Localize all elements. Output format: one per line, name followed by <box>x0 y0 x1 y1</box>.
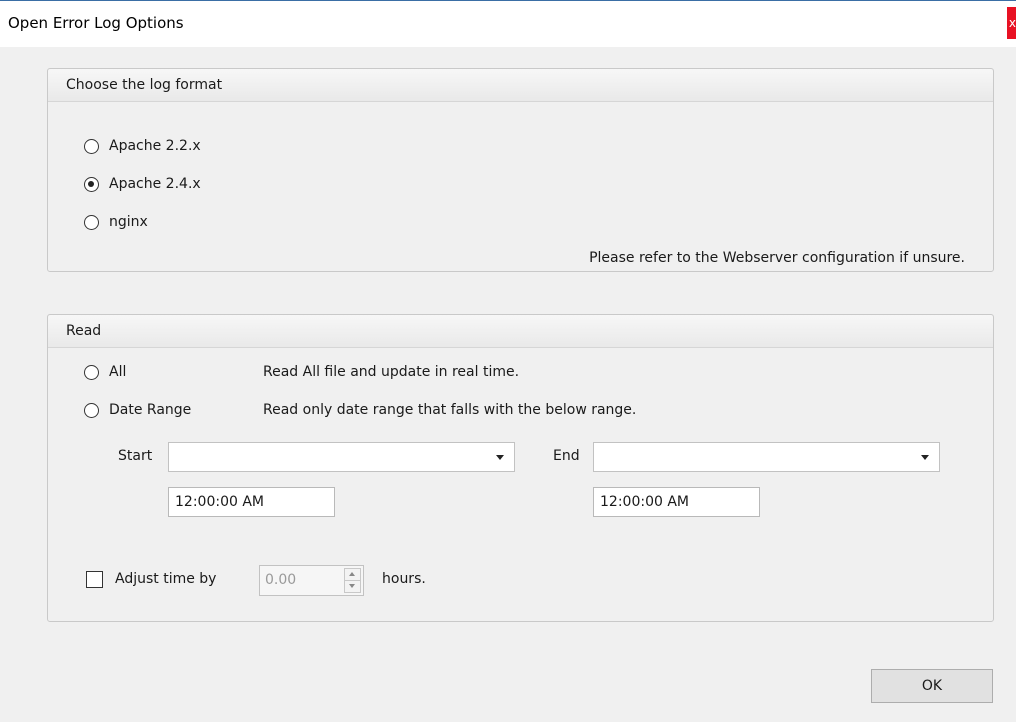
close-icon: x <box>1008 16 1016 30</box>
spin-down-icon[interactable] <box>345 581 360 592</box>
adjust-time-checkbox[interactable] <box>86 571 103 588</box>
radio-date-range[interactable]: Date Range <box>84 399 191 421</box>
radio-button[interactable] <box>84 138 99 154</box>
spin-up-icon[interactable] <box>345 569 360 581</box>
window-title: Open Error Log Options <box>8 14 184 32</box>
start-date-picker[interactable] <box>168 442 515 472</box>
radio-label: Date Range <box>109 402 192 418</box>
chevron-down-icon[interactable] <box>496 455 504 460</box>
log-format-group: Choose the log format Apache 2.2.x Apach… <box>47 68 994 272</box>
radio-button[interactable] <box>84 176 99 192</box>
radio-read-all[interactable]: All <box>84 361 126 383</box>
read-header: Read <box>48 315 993 348</box>
radio-nginx[interactable]: nginx <box>84 211 148 233</box>
radio-button[interactable] <box>84 214 99 230</box>
read-all-description: Read All file and update in real time. <box>263 364 520 380</box>
log-format-header: Choose the log format <box>48 69 993 102</box>
stepper-buttons <box>344 568 361 593</box>
radio-label: Apache 2.4.x <box>109 176 201 192</box>
radio-apache-22[interactable]: Apache 2.2.x <box>84 135 201 157</box>
adjust-time-label: Adjust time by <box>115 571 217 587</box>
adjust-hours-stepper[interactable]: 0.00 <box>259 565 364 596</box>
end-time-field[interactable]: 12:00:00 AM <box>593 487 760 517</box>
close-button[interactable]: x <box>1007 7 1016 39</box>
end-label: End <box>553 448 580 464</box>
radio-label: All <box>109 364 127 380</box>
end-date-picker[interactable] <box>593 442 940 472</box>
read-group: Read All Read All file and update in rea… <box>47 314 994 622</box>
date-range-description: Read only date range that falls with the… <box>263 402 637 418</box>
radio-button[interactable] <box>84 364 99 380</box>
format-hint: Please refer to the Webserver configurat… <box>589 250 965 266</box>
adjust-hours-value: 0.00 <box>265 572 297 588</box>
radio-apache-24[interactable]: Apache 2.4.x <box>84 173 201 195</box>
hours-label: hours. <box>382 571 426 587</box>
radio-label: nginx <box>109 214 148 230</box>
start-time-field[interactable]: 12:00:00 AM <box>168 487 335 517</box>
radio-button[interactable] <box>84 402 99 418</box>
chevron-down-icon[interactable] <box>921 455 929 460</box>
title-bar: Open Error Log Options x <box>0 0 1016 47</box>
radio-label: Apache 2.2.x <box>109 138 201 154</box>
dialog-window: Open Error Log Options x Choose the log … <box>0 0 1016 722</box>
start-label: Start <box>118 448 153 464</box>
ok-button[interactable]: OK <box>871 669 993 703</box>
